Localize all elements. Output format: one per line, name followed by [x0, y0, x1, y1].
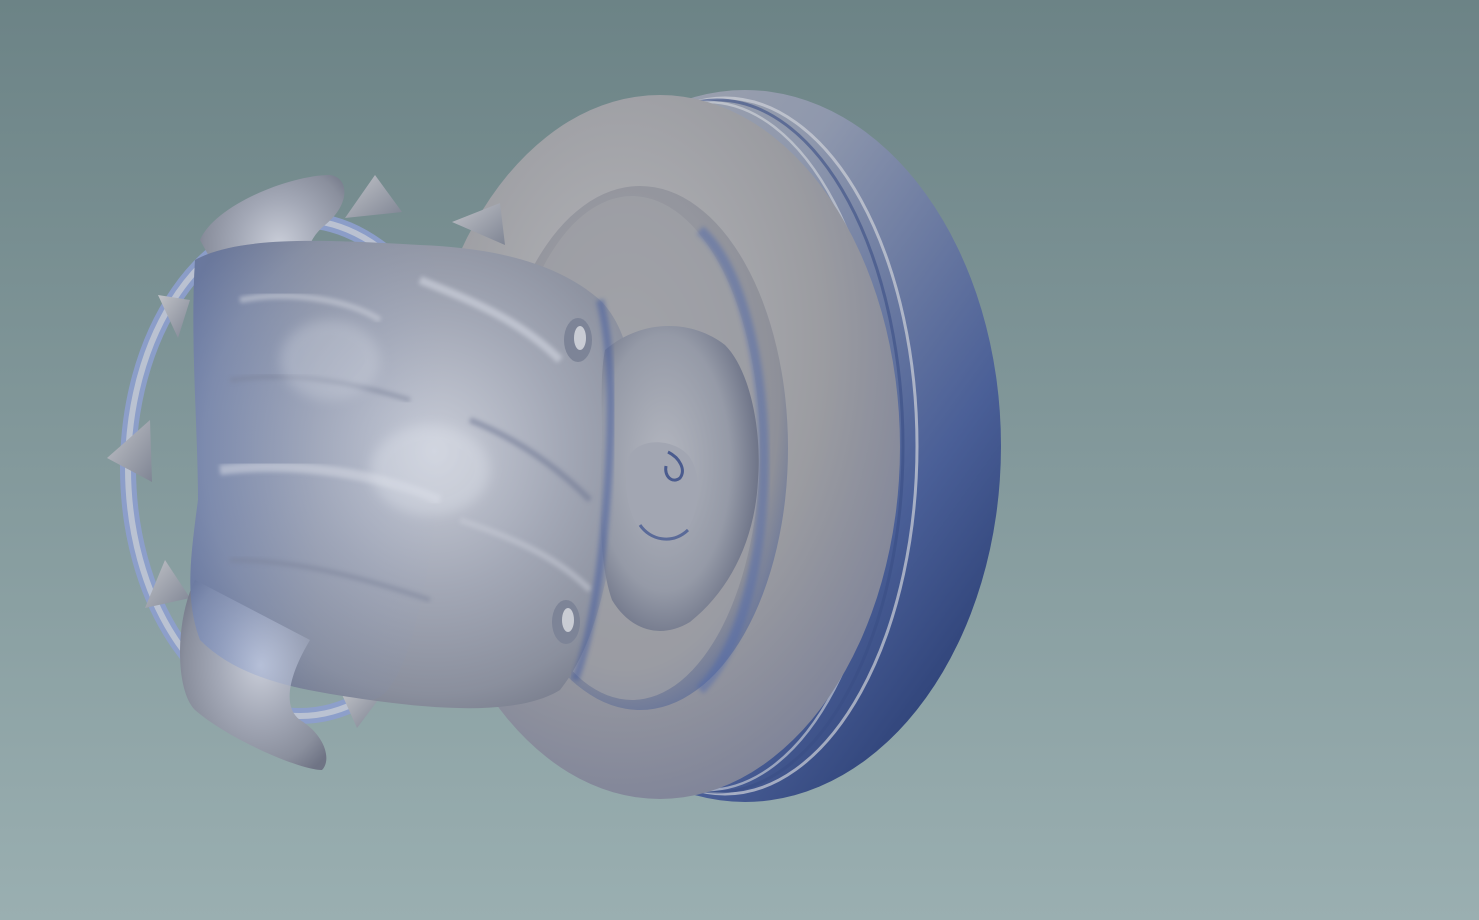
3d-viewport[interactable] — [0, 0, 1479, 920]
collar-spike — [345, 175, 402, 218]
sculpt-model[interactable] — [0, 0, 1479, 920]
